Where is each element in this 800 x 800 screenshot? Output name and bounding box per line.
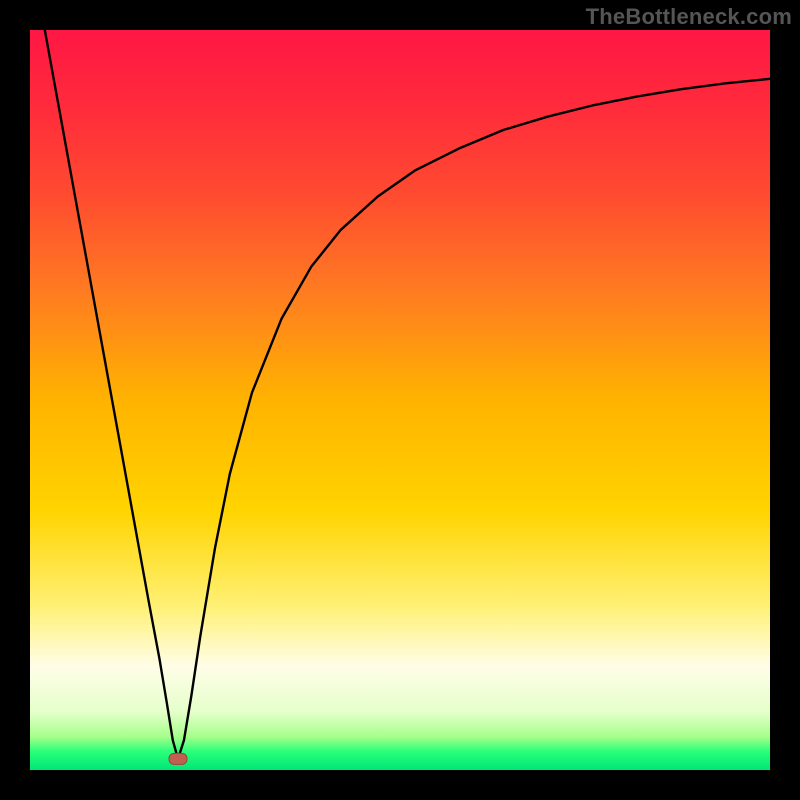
optimal-point-marker (169, 753, 187, 764)
chart-plot-area (30, 30, 770, 770)
watermark-text: TheBottleneck.com (586, 4, 792, 30)
plot-background (30, 30, 770, 770)
chart-frame: TheBottleneck.com (0, 0, 800, 800)
